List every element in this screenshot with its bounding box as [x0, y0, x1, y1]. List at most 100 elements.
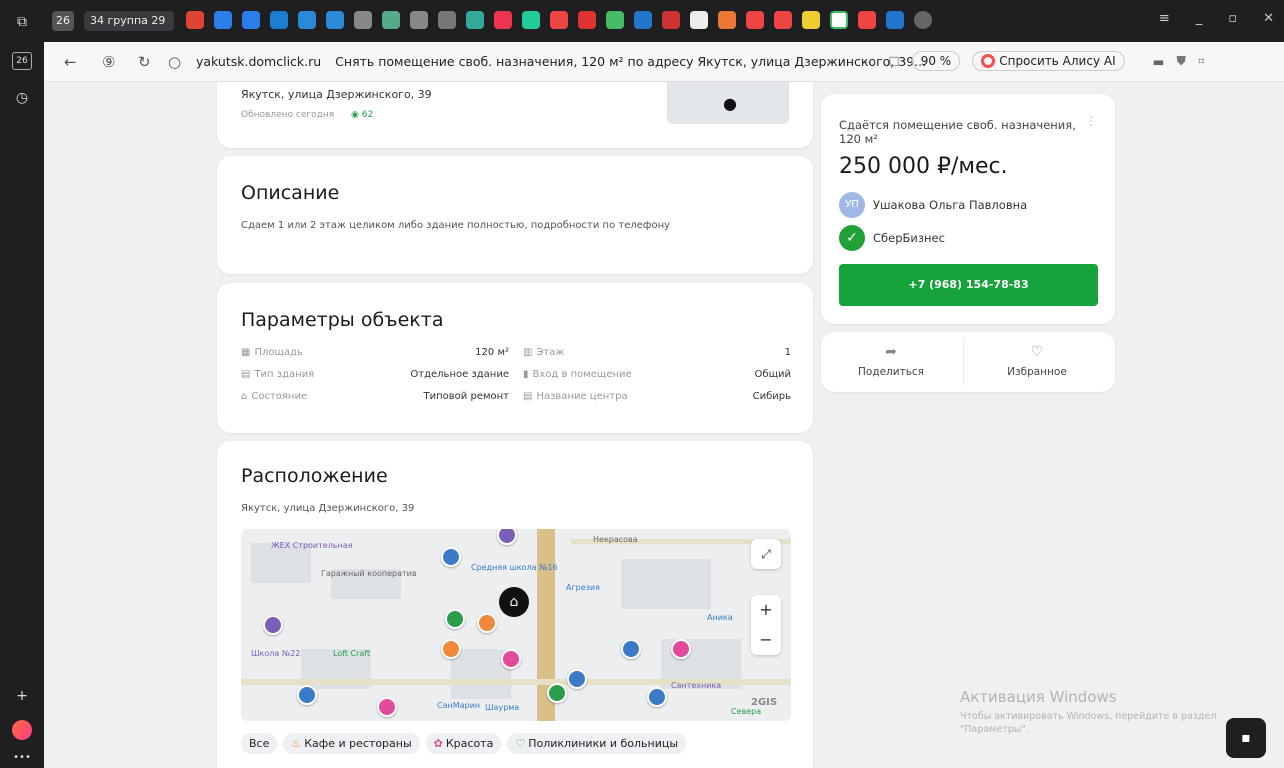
- param-building-type: ▤ Тип здания Отдельное здание: [241, 369, 509, 380]
- tab-icon[interactable]: [886, 11, 904, 29]
- home-pin-icon[interactable]: ⌂: [499, 587, 529, 617]
- url-field[interactable]: yakutsk.domclick.ru Снять помещение своб…: [196, 54, 926, 69]
- back-icon[interactable]: ←: [64, 53, 77, 71]
- company-row[interactable]: ✓ СберБизнес: [839, 225, 945, 251]
- zoom-in-button[interactable]: +: [751, 595, 781, 625]
- extension-icon[interactable]: ▬: [1153, 54, 1165, 69]
- new-tab-icon[interactable]: [914, 11, 932, 29]
- more-icon[interactable]: •••: [12, 748, 32, 768]
- param-value: Общий: [754, 369, 791, 380]
- tab-icon[interactable]: [354, 11, 372, 29]
- school-pin-icon[interactable]: [621, 639, 641, 659]
- tab-icon[interactable]: [634, 11, 652, 29]
- shop-pin-icon[interactable]: [263, 615, 283, 635]
- tab-icon[interactable]: [270, 11, 288, 29]
- heart-icon: ♡: [515, 737, 526, 750]
- tab-icon[interactable]: [662, 11, 680, 29]
- agent-name: Ушакова Ольга Павловна: [873, 198, 1028, 212]
- ask-alice-label: Спросить Алису AI: [999, 54, 1116, 68]
- sber-logo-icon: ✓: [839, 225, 865, 251]
- more-dots-icon[interactable]: ⋯: [864, 54, 877, 69]
- chip-cafes[interactable]: ♨ Кафе и рестораны: [283, 733, 420, 754]
- chip-beauty[interactable]: ✿ Красота: [425, 733, 502, 754]
- favorite-button[interactable]: ♡ Избранное: [967, 344, 1107, 378]
- school-pin-icon[interactable]: [297, 685, 317, 705]
- tab-icon[interactable]: [606, 11, 624, 29]
- ask-alice-button[interactable]: Спросить Алису AI: [972, 51, 1125, 71]
- beauty-pin-icon[interactable]: [501, 649, 521, 669]
- avatar: УП: [839, 192, 865, 218]
- phone-button[interactable]: +7 (968) 154-78-83: [839, 264, 1098, 306]
- tab-icon[interactable]: [466, 11, 484, 29]
- offer-card: Сдаётся помещение своб. назначения, 120 …: [821, 94, 1115, 324]
- tab-icon[interactable]: [438, 11, 456, 29]
- alice-icon[interactable]: [12, 720, 32, 740]
- tab-icon[interactable]: [242, 11, 260, 29]
- tab-icon[interactable]: [718, 11, 736, 29]
- offer-menu-icon[interactable]: ⋮: [1085, 114, 1097, 128]
- tab-counter[interactable]: 26: [12, 52, 32, 70]
- school-pin-icon[interactable]: [567, 669, 587, 689]
- minimize-icon[interactable]: _: [1196, 11, 1203, 26]
- tab-icon[interactable]: [550, 11, 568, 29]
- zoom-indicator[interactable]: 90 %: [911, 51, 961, 71]
- tab-count-badge[interactable]: 26: [52, 11, 74, 31]
- tab-icon[interactable]: [494, 11, 512, 29]
- tab-icon[interactable]: [774, 11, 792, 29]
- close-icon[interactable]: ✕: [1263, 11, 1274, 26]
- site-info-icon[interactable]: ○: [168, 53, 181, 71]
- tab-icon[interactable]: [690, 11, 708, 29]
- menu-icon[interactable]: ≡: [1159, 11, 1170, 26]
- fullscreen-icon[interactable]: ⤢: [751, 539, 781, 569]
- favorite-label: Избранное: [1007, 366, 1067, 378]
- chip-label: Поликлиники и больницы: [528, 737, 679, 750]
- tab-icon[interactable]: [410, 11, 428, 29]
- clinic-pin-icon[interactable]: [445, 609, 465, 629]
- tab-icons: [186, 11, 932, 29]
- address-actions: ⋯ ☐ 90 % Спросить Алису AI ▬ ⛊ ⌗: [864, 51, 1205, 71]
- yandex-icon[interactable]: ⑨: [102, 53, 115, 71]
- tab-icon[interactable]: [214, 11, 232, 29]
- tabs-panel-icon[interactable]: ⧉: [12, 12, 32, 32]
- tab-icon[interactable]: [298, 11, 316, 29]
- tab-icon[interactable]: [382, 11, 400, 29]
- shield-icon[interactable]: ⛊: [1176, 53, 1185, 69]
- agent-row[interactable]: УП Ушакова Ольга Павловна: [839, 192, 1027, 218]
- tab-icon[interactable]: [746, 11, 764, 29]
- restore-icon[interactable]: ▫: [1228, 11, 1237, 26]
- tab-icon[interactable]: [326, 11, 344, 29]
- browser-sidebar: ⧉ 26 ◷ + •••: [0, 0, 44, 768]
- tab-icon[interactable]: [186, 11, 204, 29]
- mini-map[interactable]: ●: [667, 82, 789, 124]
- cafe-pin-icon[interactable]: [477, 613, 497, 633]
- tab-icon[interactable]: [578, 11, 596, 29]
- bookmark-icon[interactable]: ☐: [889, 54, 900, 69]
- zoom-out-button[interactable]: −: [751, 625, 781, 655]
- param-value: Сибирь: [752, 391, 791, 402]
- map[interactable]: ЖЕХ Строительная Гаражный кооператив Сре…: [241, 529, 791, 721]
- tab-icon[interactable]: [858, 11, 876, 29]
- history-icon[interactable]: ◷: [12, 88, 32, 108]
- heart-icon: ♡: [1030, 344, 1044, 360]
- chip-clinics[interactable]: ♡ Поликлиники и больницы: [507, 733, 687, 754]
- tab-icon[interactable]: [802, 11, 820, 29]
- tab-group[interactable]: 34 группа 29: [84, 11, 174, 31]
- add-icon[interactable]: +: [12, 686, 32, 706]
- chat-button[interactable]: ▪: [1226, 718, 1266, 758]
- share-button[interactable]: ➦ Поделиться: [821, 344, 961, 378]
- shop-pin-icon[interactable]: [497, 529, 517, 545]
- school-pin-icon[interactable]: [647, 687, 667, 707]
- active-tab-icon[interactable]: [830, 11, 848, 29]
- clinic-pin-icon[interactable]: [547, 683, 567, 703]
- beauty-pin-icon[interactable]: [377, 697, 397, 717]
- cafe-pin-icon[interactable]: [441, 639, 461, 659]
- reload-icon[interactable]: ↻: [138, 53, 151, 71]
- school-pin-icon[interactable]: [441, 547, 461, 567]
- beauty-pin-icon[interactable]: [671, 639, 691, 659]
- offer-title: Сдаётся помещение своб. назначения, 120 …: [839, 118, 1076, 146]
- map-label: Некрасова: [593, 535, 638, 544]
- chip-all[interactable]: Все: [241, 733, 278, 754]
- reader-icon[interactable]: ⌗: [1198, 53, 1205, 69]
- tab-icon[interactable]: [522, 11, 540, 29]
- cafe-icon: ♨: [291, 737, 302, 750]
